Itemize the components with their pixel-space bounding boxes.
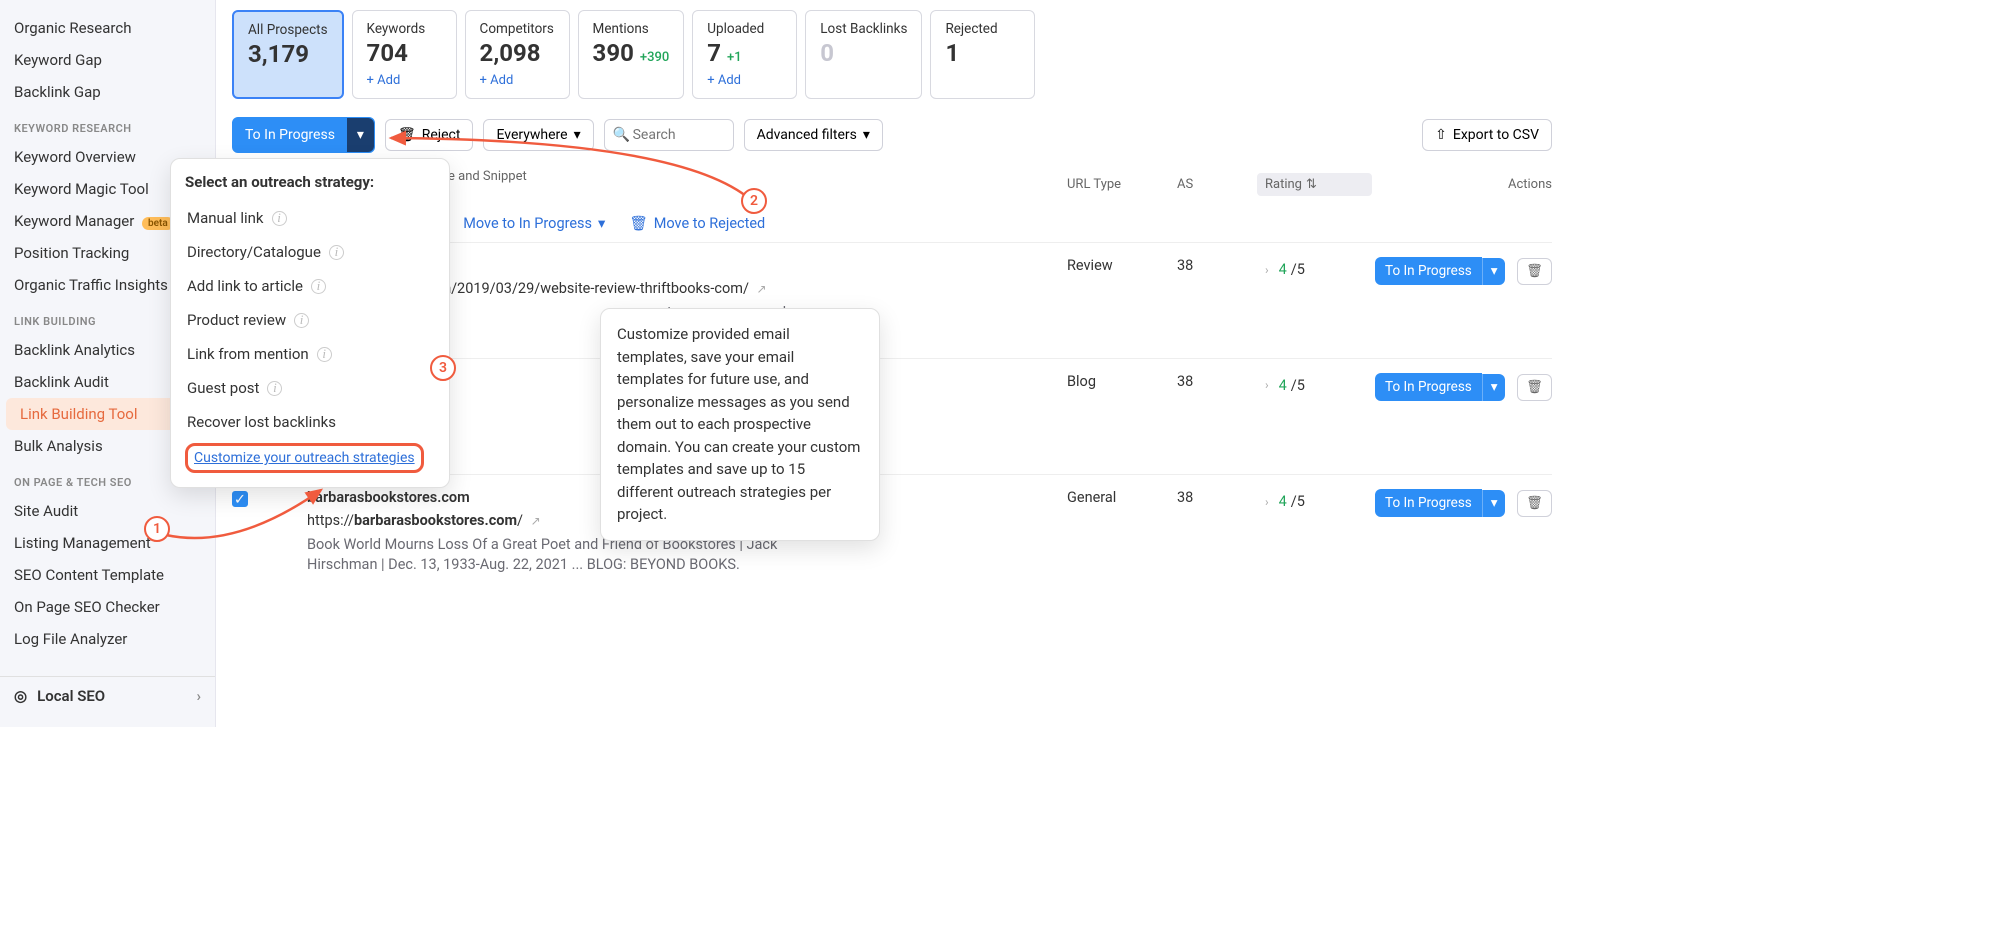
column-actions: Actions [1372,177,1552,192]
stat-cards: All Prospects 3,179 Keywords 704 + Add C… [232,10,1552,99]
info-icon[interactable]: i [294,313,309,328]
stat-card-lost-backlinks[interactable]: Lost Backlinks 0 [805,10,922,99]
stat-card-uploaded[interactable]: Uploaded 7+1 + Add [692,10,797,99]
row-delete-button[interactable]: 🗑 [1517,258,1552,285]
move-to-in-progress-link[interactable]: Move to In Progress ▾ [463,215,605,232]
column-url-type[interactable]: URL Type [1067,177,1177,192]
row-domain-title[interactable]: om [387,257,1067,274]
row-as: 38 [1177,373,1257,390]
sidebar-item-listing-management[interactable]: Listing Management [0,527,215,559]
row-to-in-progress-button[interactable]: To In Progress [1375,257,1482,285]
search-icon: 🔍 [613,127,630,143]
row-action-dropdown[interactable]: ▾ [1482,374,1506,401]
annotation-1: 1 [144,516,170,542]
row-action-dropdown[interactable]: ▾ [1482,490,1506,517]
row-as: 38 [1177,257,1257,274]
customize-tooltip: Customize provided email templates, save… [600,308,880,541]
main-content: All Prospects 3,179 Keywords 704 + Add C… [215,0,1568,727]
row-url-type: General [1067,489,1177,506]
sidebar-item-keyword-gap[interactable]: Keyword Gap [0,44,215,76]
column-as[interactable]: AS [1177,177,1257,192]
everywhere-dropdown[interactable]: Everywhere ▾ [483,119,593,151]
to-in-progress-button[interactable]: To In Progress ▾ [232,117,375,153]
row-to-in-progress-button[interactable]: To In Progress [1375,489,1482,517]
option-product-review[interactable]: Product reviewi [185,303,435,337]
add-competitors-link[interactable]: + Add [480,73,555,88]
row-url-type: Review [1067,257,1177,274]
add-uploaded-link[interactable]: + Add [707,73,782,88]
column-url[interactable]: RL Example and Snippet [387,169,1067,184]
chevron-right-icon[interactable]: › [1265,378,1269,392]
row-action-dropdown[interactable]: ▾ [1482,258,1506,285]
sidebar-item-organic-research[interactable]: Organic Research [0,12,215,44]
reject-button[interactable]: 🗑 Reject [385,119,474,151]
stat-card-rejected[interactable]: Rejected 1 [930,10,1035,99]
dropdown-header: Select an outreach strategy: [185,173,435,191]
row-delete-button[interactable]: 🗑 [1517,374,1552,401]
chevron-right-icon: › [196,687,201,705]
trash-icon: 🗑 [398,127,416,143]
sidebar-section-keyword-research: KEYWORD RESEARCH [0,108,215,141]
option-add-link-to-article[interactable]: Add link to articlei [185,269,435,303]
sort-icon: ⇅ [1306,177,1317,192]
option-recover-lost-backlinks[interactable]: Recover lost backlinks [185,405,435,439]
chevron-down-icon: ▾ [598,215,605,232]
chevron-right-icon[interactable]: › [1265,263,1269,277]
export-csv-button[interactable]: ⇧ Export to CSV [1422,119,1552,151]
stat-card-all-prospects[interactable]: All Prospects 3,179 [232,10,344,99]
option-link-from-mention[interactable]: Link from mentioni [185,337,435,371]
table-row: ✓ barbarasbookstores.com https://barbara… [232,474,1552,590]
info-icon[interactable]: i [329,245,344,260]
annotation-2: 2 [741,188,767,214]
row-checkbox[interactable]: ✓ [232,491,248,507]
move-to-rejected-link[interactable]: 🗑 Move to Rejected [629,215,765,232]
row-url[interactable]: ooks.com/2019/03/29/website-review-thrif… [387,280,1067,297]
sidebar-item-backlink-gap[interactable]: Backlink Gap [0,76,215,108]
row-url-type: Blog [1067,373,1177,390]
row-snippet: Book World Mourns Loss Of a Great Poet a… [307,535,827,576]
stat-card-competitors[interactable]: Competitors 2,098 + Add [465,10,570,99]
sidebar-item-log-file-analyzer[interactable]: Log File Analyzer [0,623,215,655]
row-rating: 4/5 [1279,493,1305,510]
annotation-3: 3 [430,355,456,381]
trash-icon: 🗑 [629,215,647,232]
sidebar-item-site-audit[interactable]: Site Audit [0,495,215,527]
external-link-icon[interactable]: ↗ [531,514,541,528]
chevron-down-icon: ▾ [863,127,870,143]
stat-card-keywords[interactable]: Keywords 704 + Add [352,10,457,99]
option-directory-catalogue[interactable]: Directory/Cataloguei [185,235,435,269]
option-manual-link[interactable]: Manual linki [185,201,435,235]
row-as: 38 [1177,489,1257,506]
advanced-filters-button[interactable]: Advanced filters ▾ [744,119,883,151]
info-icon[interactable]: i [317,347,332,362]
upload-icon: ⇧ [1435,127,1447,143]
customize-outreach-link[interactable]: Customize your outreach strategies [185,443,424,473]
chevron-down-icon[interactable]: ▾ [347,118,374,152]
stat-card-mentions[interactable]: Mentions 390+390 [578,10,685,99]
outreach-strategy-dropdown[interactable]: Select an outreach strategy: Manual link… [170,158,450,488]
toolbar: To In Progress ▾ 🗑 Reject Everywhere ▾ 🔍… [232,117,1552,153]
sidebar-item-local-seo[interactable]: ◎ Local SEO › [0,676,215,715]
row-delete-button[interactable]: 🗑 [1517,490,1552,517]
column-rating[interactable]: Rating⇅ [1257,173,1372,196]
sidebar-item-seo-content-template[interactable]: SEO Content Template [0,559,215,591]
target-icon: ◎ [14,687,27,705]
row-rating: 4/5 [1279,261,1305,278]
chevron-down-icon: ▾ [574,127,581,143]
add-keywords-link[interactable]: + Add [367,73,442,88]
info-icon[interactable]: i [311,279,326,294]
sidebar-item-onpage-seo-checker[interactable]: On Page SEO Checker [0,591,215,623]
info-icon[interactable]: i [272,211,287,226]
row-to-in-progress-button[interactable]: To In Progress [1375,373,1482,401]
option-guest-post[interactable]: Guest posti [185,371,435,405]
external-link-icon[interactable]: ↗ [757,282,767,296]
row-rating: 4/5 [1279,377,1305,394]
chevron-right-icon[interactable]: › [1265,495,1269,509]
info-icon[interactable]: i [267,381,282,396]
